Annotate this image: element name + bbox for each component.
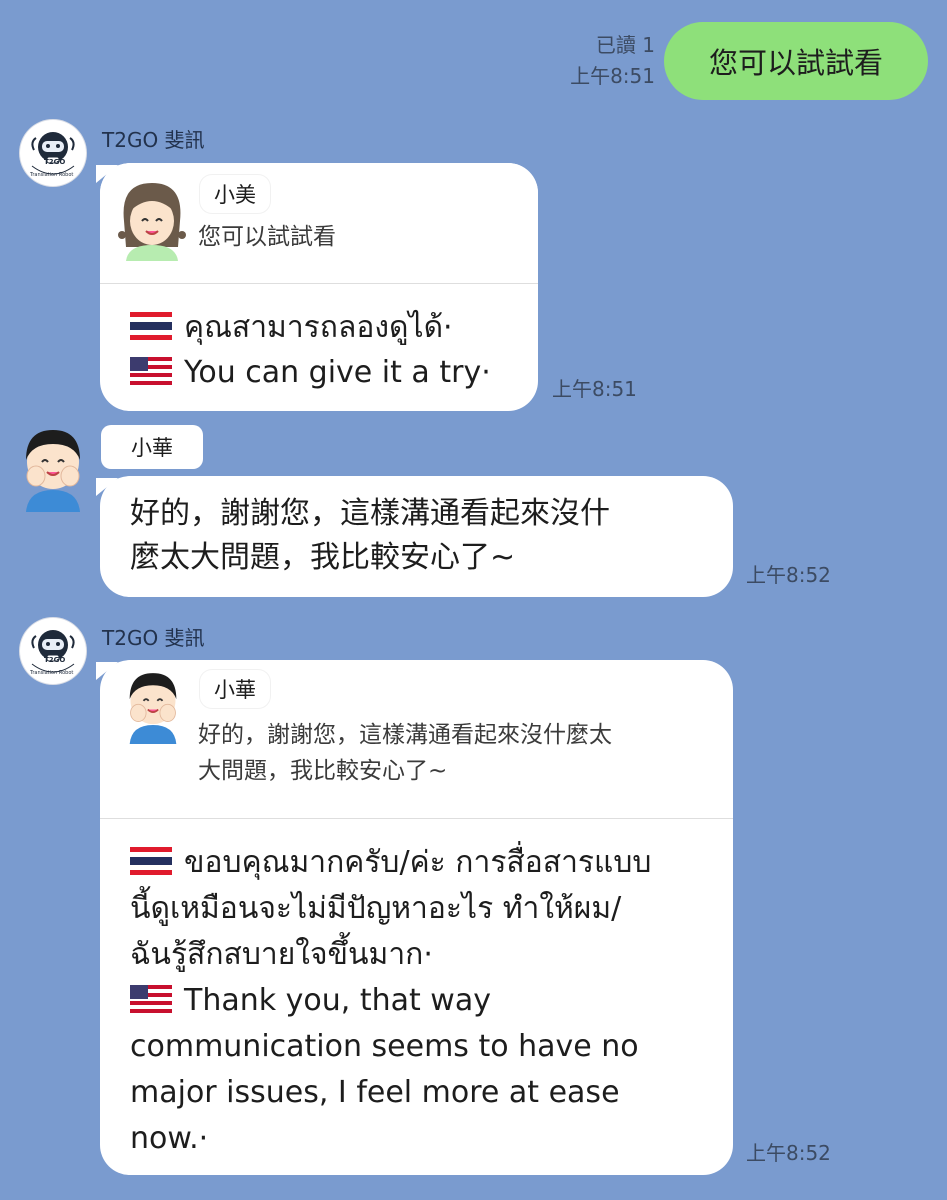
english-translation-line: major issues, I feel more at ease <box>130 1075 620 1110</box>
thai-translation: คุณสามารถลองดูได้· <box>184 310 453 345</box>
read-status: 已讀 1 <box>595 33 655 57</box>
bot-badge: T2GO <box>44 158 66 166</box>
thai-translation-row: คุณสามารถลองดูได้· <box>130 305 453 351</box>
message-text-line: 好的，謝謝您，這樣溝通看起來沒什 <box>130 496 610 531</box>
thai-translation-line: ฉันรู้สึกสบายใจขึ้นมาก· <box>130 937 433 972</box>
girl-avatar <box>116 177 188 261</box>
message-time: 上午8:52 <box>746 563 831 587</box>
outgoing-message-bubble[interactable]: 您可以試試看 <box>664 22 928 100</box>
bot-subtitle: Translation Robot <box>30 172 74 178</box>
english-translation-text: Thank you, that way <box>184 983 491 1018</box>
english-translation: You can give it a try· <box>184 355 491 390</box>
english-translation-row: You can give it a try· <box>130 350 491 396</box>
bot-badge: T2GO <box>44 656 66 664</box>
thai-flag-icon <box>130 847 172 875</box>
message-text-line: 麼太大問題，我比較安心了~ <box>130 540 516 575</box>
quote-text-line: 大問題，我比較安心了~ <box>198 758 448 784</box>
sender-name: T2GO 斐訊 <box>102 128 205 152</box>
message-time: 上午8:51 <box>570 64 655 88</box>
english-translation-line: Thank you, that way <box>130 978 491 1024</box>
message-time: 上午8:52 <box>746 1141 831 1165</box>
divider <box>100 818 733 819</box>
thai-translation-line: ขอบคุณมากครับ/ค่ะ การสื่อสารแบบ <box>130 840 651 886</box>
sender-name: T2GO 斐訊 <box>102 626 205 650</box>
boy-avatar <box>120 668 186 744</box>
quote-sender-name: 小華 <box>200 670 270 708</box>
english-translation-line: communication seems to have no <box>130 1029 639 1064</box>
divider <box>100 283 538 284</box>
incoming-message-bubble[interactable]: 好的，謝謝您，這樣溝通看起來沒什 麼太大問題，我比較安心了~ <box>100 476 733 597</box>
bot-subtitle: Translation Robot <box>30 670 74 676</box>
thai-flag-icon <box>130 312 172 340</box>
t2go-robot-avatar[interactable]: T2GO Translation Robot <box>20 618 86 684</box>
outgoing-message-text: 您可以試試看 <box>708 46 883 80</box>
message-time: 上午8:51 <box>552 377 637 401</box>
quote-text: 您可以試試看 <box>198 224 336 250</box>
us-flag-icon <box>130 985 172 1013</box>
english-translation-line: now.· <box>130 1121 209 1156</box>
t2go-robot-avatar[interactable]: T2GO Translation Robot <box>20 120 86 186</box>
reply-quote[interactable]: 小華 好的，謝謝您，這樣溝通看起來沒什麼太 大問題，我比較安心了~ <box>100 660 733 818</box>
reply-quote[interactable]: 小美 您可以試試看 <box>100 163 538 283</box>
incoming-message-bubble[interactable]: 小美 您可以試試看 คุณสามารถลองดูได้· You can giv… <box>100 163 538 411</box>
boy-avatar[interactable] <box>16 424 90 512</box>
quote-text-line: 好的，謝謝您，這樣溝通看起來沒什麼太 <box>198 722 612 748</box>
quote-sender-name: 小美 <box>200 175 270 213</box>
thai-translation-line: นี้ดูเหมือนจะไม่มีปัญหาอะไร ทำให้ผม/ <box>130 891 622 926</box>
us-flag-icon <box>130 357 172 385</box>
incoming-message-bubble[interactable]: 小華 好的，謝謝您，這樣溝通看起來沒什麼太 大問題，我比較安心了~ ขอบคุณ… <box>100 660 733 1175</box>
thai-translation-text: ขอบคุณมากครับ/ค่ะ การสื่อสารแบบ <box>184 845 652 880</box>
sender-name: 小華 <box>101 425 203 469</box>
